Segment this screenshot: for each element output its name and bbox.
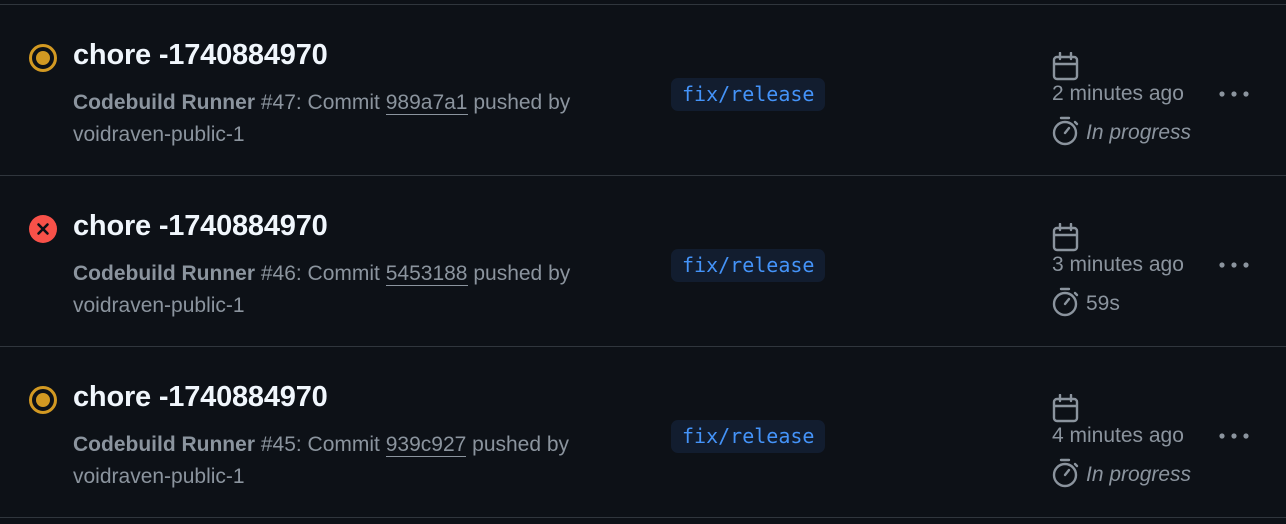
commit-sha-link[interactable]: 989a7a1	[385, 91, 468, 115]
run-time-ago: 4 minutes ago	[1052, 424, 1184, 447]
run-duration: In progress	[1086, 463, 1192, 486]
run-duration: In progress	[1086, 121, 1192, 144]
run-meta: Codebuild Runner #46: Commit 5453188 pus…	[73, 258, 653, 322]
kebab-horizontal-icon	[1219, 262, 1249, 268]
workflow-run-row[interactable]: chore -1740884970 Codebuild Runner #46: …	[0, 176, 1286, 347]
branch-label[interactable]: fix/release	[671, 249, 826, 282]
workflow-run-row[interactable]: chore -1740884970 Codebuild Runner #47: …	[0, 5, 1286, 176]
commit-sha-link[interactable]: 5453188	[385, 262, 468, 286]
commit-prefix: : Commit	[295, 91, 386, 114]
run-number: #45	[260, 433, 296, 456]
calendar-icon	[1052, 223, 1079, 252]
run-title[interactable]: chore -1740884970	[73, 39, 328, 72]
failure-status-icon	[29, 215, 57, 243]
workflow-run-row[interactable]: chore -1740884970 Codebuild Runner #45: …	[0, 347, 1286, 518]
workflow-name: Codebuild Runner	[73, 433, 255, 456]
branch-label[interactable]: fix/release	[671, 78, 826, 111]
stopwatch-icon	[1052, 287, 1079, 317]
calendar-icon	[1052, 394, 1079, 423]
workflow-name: Codebuild Runner	[73, 91, 255, 114]
commit-prefix: : Commit	[295, 262, 386, 285]
kebab-horizontal-icon	[1219, 91, 1249, 97]
run-number: #47	[260, 91, 296, 114]
workflow-runs-list: chore -1740884970 Codebuild Runner #47: …	[0, 4, 1286, 524]
run-time-ago: 3 minutes ago	[1052, 253, 1184, 276]
run-meta: Codebuild Runner #47: Commit 989a7a1 pus…	[73, 87, 653, 151]
more-options-button[interactable]	[1214, 250, 1254, 280]
run-number: #46	[260, 262, 296, 285]
workflow-name: Codebuild Runner	[73, 262, 255, 285]
more-options-button[interactable]	[1214, 79, 1254, 109]
in-progress-status-icon	[29, 386, 57, 414]
kebab-horizontal-icon	[1219, 433, 1249, 439]
stopwatch-icon	[1052, 458, 1079, 488]
branch-label[interactable]: fix/release	[671, 420, 826, 453]
run-title[interactable]: chore -1740884970	[73, 381, 328, 414]
commit-sha-link[interactable]: 939c927	[385, 433, 467, 457]
run-time-ago: 2 minutes ago	[1052, 82, 1184, 105]
calendar-icon	[1052, 52, 1079, 81]
run-title[interactable]: chore -1740884970	[73, 210, 328, 243]
more-options-button[interactable]	[1214, 421, 1254, 451]
run-duration: 59s	[1086, 292, 1120, 315]
commit-prefix: : Commit	[295, 433, 386, 456]
in-progress-status-icon	[29, 44, 57, 72]
run-meta: Codebuild Runner #45: Commit 939c927 pus…	[73, 429, 653, 493]
stopwatch-icon	[1052, 116, 1079, 146]
